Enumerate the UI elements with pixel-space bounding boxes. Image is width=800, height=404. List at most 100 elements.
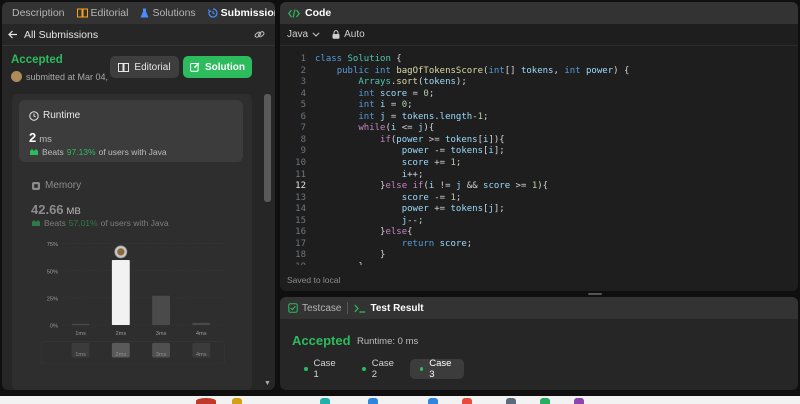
code-line[interactable]: 2 public int bagOfTokensScore(int[] toke… (280, 65, 798, 77)
range-strip-label: 2ms (115, 352, 126, 358)
tab-description[interactable]: Description (12, 7, 65, 19)
code-line[interactable]: 7 while(i <= j){ (280, 122, 798, 134)
code-panel: Code Java Auto 1 class Solution {2 public… (280, 2, 798, 291)
editorial-button[interactable]: Editorial (110, 56, 179, 78)
auto-mode[interactable]: Auto (332, 29, 365, 40)
scrollbar-thumb[interactable] (264, 94, 271, 202)
code-line[interactable]: 16 }else{ (280, 226, 798, 238)
problem-tabbar: Description Editorial Solutions Submissi… (2, 2, 275, 24)
code-line[interactable]: 9 power -= tokens[i]; (280, 145, 798, 157)
solution-button[interactable]: Solution (183, 56, 252, 78)
code-line[interactable]: 10 score += 1; (280, 157, 798, 169)
code-text: j--; (401, 215, 424, 226)
code-line[interactable]: 19 } (280, 261, 798, 265)
taskbar-app-icon[interactable] (574, 398, 584, 404)
x-tick-label: 4ms (196, 331, 207, 337)
code-line[interactable]: 18 } (280, 249, 798, 261)
chip-icon (31, 181, 41, 191)
panel-resize-handle[interactable] (588, 293, 602, 295)
link-icon[interactable] (254, 29, 265, 40)
result-runtime: Runtime: 0 ms (357, 336, 419, 347)
book-icon (118, 62, 130, 72)
code-text: if(power >= tokens[i]){ (380, 134, 505, 145)
tab-solutions[interactable]: Solutions (140, 7, 196, 19)
runtime-card[interactable]: Runtime 2 ms Beats 97.13% of users with J… (19, 100, 243, 162)
line-number: 1 (300, 54, 306, 64)
tab-divider (347, 302, 349, 314)
back-to-submissions[interactable]: All Submissions (8, 29, 98, 41)
line-number: 3 (300, 77, 306, 88)
tab-test-result[interactable]: Test Result (354, 303, 424, 314)
code-line[interactable]: 14 power += tokens[j]; (280, 203, 798, 215)
taskbar-browser-icon[interactable] (462, 398, 472, 404)
submission-subheader: All Submissions (2, 24, 275, 46)
taskbar-app-icon[interactable] (196, 398, 216, 404)
code-text: }else if(i != j && score >= 1){ (315, 181, 549, 192)
taskbar-app-icon[interactable] (506, 398, 516, 404)
taskbar-app-icon[interactable] (368, 398, 378, 404)
clock-icon (29, 110, 39, 121)
code-line[interactable]: 11 i++; (280, 169, 798, 181)
code-text: } (315, 250, 386, 261)
case-tab-2[interactable]: Case 2 (352, 358, 410, 380)
line-number: 4 (300, 88, 306, 99)
code-text: power += tokens[j]; (401, 204, 505, 215)
tab-editorial[interactable]: Editorial (76, 7, 128, 19)
line-number: 6 (300, 111, 306, 122)
book-icon (76, 8, 88, 18)
user-marker-avatar (117, 248, 125, 256)
edit-icon (190, 62, 200, 72)
submission-status: Accepted (11, 54, 63, 66)
line-number: 8 (300, 134, 306, 145)
y-tick-label: 0% (50, 323, 58, 329)
line-number: 16 (295, 227, 306, 238)
runtime-distribution-chart[interactable]: 0% 25% 50% 75% 1ms 1ms 2ms 2ms 3ms 3ms 4ms 4ms (12, 234, 252, 364)
pass-dot-icon (362, 367, 366, 371)
code-line[interactable]: 5 int i = 0; (280, 99, 798, 111)
case-tab-1[interactable]: Case 1 (294, 358, 350, 380)
memory-title[interactable]: Memory (31, 180, 81, 191)
os-taskbar (0, 396, 800, 404)
tab-testcase[interactable]: Testcase (288, 303, 341, 314)
case-tab-3[interactable]: Case 3 (410, 358, 464, 380)
editor-toolbar: Java Auto (280, 24, 798, 46)
code-text: score -= 1; (401, 192, 462, 203)
taskbar-folder-icon[interactable] (232, 398, 242, 404)
code-line[interactable]: 12 }else if(i != j && score >= 1){ (280, 180, 798, 192)
line-number: 12 (295, 181, 306, 192)
submission-stats: Runtime 2 ms Beats 97.13% of users with J… (12, 94, 252, 390)
y-tick-label: 75% (47, 242, 58, 248)
x-tick-label: 3ms (156, 331, 167, 337)
code-line[interactable]: 6 int j = tokens.length-1; (280, 111, 798, 123)
y-tick-label: 50% (47, 269, 58, 275)
range-strip-label: 3ms (156, 352, 167, 358)
code-line[interactable]: 4 int score = 0; (280, 88, 798, 100)
taskbar-app-icon[interactable] (540, 398, 550, 404)
code-line[interactable]: 3 Arrays.sort(tokens); (280, 76, 798, 88)
language-select[interactable]: Java (287, 29, 320, 40)
code-line[interactable]: 8 if(power >= tokens[i]){ (280, 134, 798, 146)
tab-submissions[interactable]: Submissions (207, 7, 275, 19)
code-editor[interactable]: 1 class Solution {2 public int bagOfToken… (280, 50, 798, 265)
checkbox-icon (288, 303, 298, 313)
code-text: int score = 0; (358, 88, 435, 99)
code-text: }else{ (315, 227, 413, 238)
terminal-icon (354, 304, 366, 313)
line-number: 15 (295, 215, 306, 226)
chart-bar (71, 323, 90, 326)
code-line[interactable]: 1 class Solution { (280, 53, 798, 65)
line-number: 14 (295, 204, 306, 215)
taskbar-app-icon[interactable] (428, 398, 438, 404)
code-line[interactable]: 13 score -= 1; (280, 192, 798, 204)
history-icon (207, 8, 218, 18)
result-tabbar: Testcase Test Result (280, 297, 798, 319)
result-status: Accepted (292, 333, 351, 348)
line-number: 10 (295, 157, 306, 168)
code-line[interactable]: 15 j--; (280, 215, 798, 227)
scroll-down-arrow-icon[interactable]: ▼ (264, 380, 272, 388)
arrow-left-icon (8, 30, 18, 39)
code-line[interactable]: 17 return score; (280, 238, 798, 250)
taskbar-app-icon[interactable] (320, 398, 330, 404)
submission-meta: submitted at Mar 04, (11, 71, 108, 82)
line-number: 2 (300, 65, 306, 76)
